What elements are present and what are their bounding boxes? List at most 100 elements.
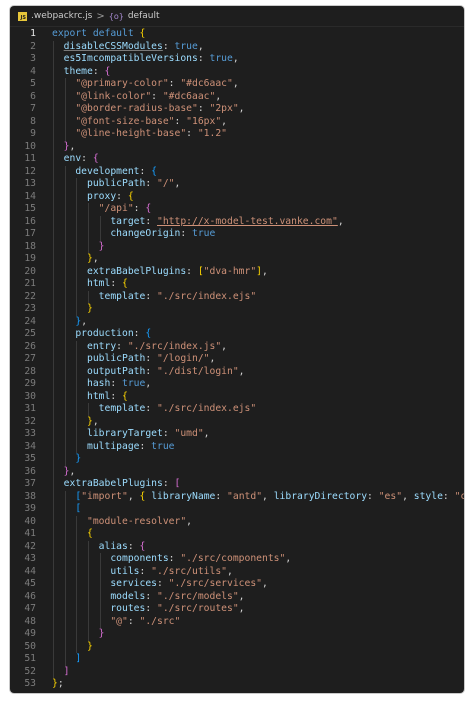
code-line[interactable]: 23 } — [10, 303, 464, 316]
code-line[interactable]: 41 { — [10, 528, 464, 541]
indent-guide — [53, 503, 54, 516]
code-line[interactable]: 15 "/api": { — [10, 203, 464, 216]
line-number: 34 — [24, 440, 36, 452]
code-token: : — [162, 428, 175, 439]
code-line[interactable]: 47 routes: "./src/routes", — [10, 603, 464, 616]
code-token: "./src/index.ejs" — [157, 403, 257, 414]
code-line[interactable]: 44 utils: "./src/utils", — [10, 565, 464, 578]
code-line[interactable]: 34 multipage: true — [10, 440, 464, 453]
code-line[interactable]: 38 ["import", { libraryName: "antd", lib… — [10, 490, 464, 503]
indent-guide — [76, 253, 78, 266]
code-token: "./src" — [139, 615, 181, 627]
code-token: } — [98, 628, 105, 639]
code-line[interactable]: 10 }, — [10, 140, 464, 153]
code-line[interactable]: 17 changeOrigin: true — [10, 228, 464, 241]
line-number: 44 — [24, 565, 36, 577]
code-line[interactable]: 20 extraBabelPlugins: ["dva-hmr"], — [10, 265, 464, 278]
code-editor[interactable]: 1 export default {2 disableCSSModules: tr… — [10, 28, 464, 691]
indent-guide — [53, 78, 54, 91]
code-line[interactable]: 29 hash: true, — [10, 378, 464, 391]
indent-guide — [64, 603, 66, 616]
code-line[interactable]: 51 ] — [10, 653, 464, 666]
code-line[interactable]: 37 extraBabelPlugins: [ — [10, 478, 464, 491]
indent-guide — [76, 278, 78, 291]
chevron-right-icon: > — [96, 10, 105, 22]
code-token: "#dc6aac" — [162, 90, 216, 102]
code-line[interactable]: 8 "@font-size-base": "16px", — [10, 115, 464, 128]
code-token: , — [337, 215, 344, 227]
code-line[interactable]: 22 template: "./src/index.ejs" — [10, 290, 464, 303]
code-line[interactable]: 24 }, — [10, 315, 464, 328]
code-line[interactable]: 31 template: "./src/index.ejs" — [10, 403, 464, 416]
code-line[interactable]: 3 es5ImcompatibleVersions: true, — [10, 53, 464, 66]
code-token: template — [98, 403, 146, 414]
code-line[interactable]: 45 services: "./src/services", — [10, 578, 464, 591]
indent-guide — [53, 665, 54, 678]
line-number: 29 — [24, 378, 36, 389]
code-line[interactable]: 18 } — [10, 240, 464, 253]
line-number: 49 — [24, 628, 36, 639]
code-token: , — [262, 490, 274, 502]
line-number: 41 — [24, 528, 36, 539]
line-number: 21 — [24, 278, 36, 289]
code-token: "./src/index.js" — [127, 340, 222, 352]
breadcrumb-file[interactable]: .webpackrc.js — [31, 11, 92, 21]
indent-guide — [53, 290, 54, 303]
code-line[interactable]: 6 "@link-color": "#dc6aac", — [10, 90, 464, 103]
code-line[interactable]: 9 "@line-height-base": "1.2" — [10, 128, 464, 141]
line-number: 39 — [24, 503, 36, 514]
code-token: "dva-hmr" — [203, 265, 257, 277]
code-line[interactable]: 40 "module-resolver", — [10, 515, 464, 528]
code-line[interactable]: 30 html: { — [10, 390, 464, 403]
code-line[interactable]: 53}; — [10, 678, 464, 691]
indent-guide — [53, 540, 54, 553]
code-token: "/login/" — [157, 353, 210, 364]
code-line[interactable]: 39 [ — [10, 503, 464, 516]
code-line[interactable]: 32 }, — [10, 415, 464, 428]
code-line[interactable]: 26 entry: "./src/index.js", — [10, 340, 464, 353]
code-line[interactable]: 12 development: { — [10, 165, 464, 178]
line-number: 16 — [24, 215, 36, 227]
code-line[interactable]: 2 disableCSSModules: true, — [10, 40, 464, 53]
code-line[interactable]: 49 } — [10, 628, 464, 641]
indent-guide — [88, 578, 90, 591]
code-line[interactable]: 48 "@": "./src" — [10, 615, 464, 628]
code-token: "1.2" — [197, 128, 228, 139]
code-token: "@line-height-base" — [75, 128, 187, 139]
code-line[interactable]: 7 "@border-radius-base": "2px", — [10, 103, 464, 116]
code-line[interactable]: 35 } — [10, 453, 464, 466]
code-line[interactable]: 11 env: { — [10, 153, 464, 166]
code-line[interactable]: 28 outputPath: "./dist/login", — [10, 365, 464, 378]
code-token: "antd" — [227, 490, 263, 502]
code-line[interactable]: 50 } — [10, 640, 464, 653]
code-line[interactable]: 21 html: { — [10, 278, 464, 291]
code-line[interactable]: 14 proxy: { — [10, 190, 464, 203]
code-line[interactable]: 1 export default { — [10, 28, 464, 41]
code-line[interactable]: 33 libraryTarget: "umd", — [10, 428, 464, 441]
code-line[interactable]: 27 publicPath: "/login/", — [10, 353, 464, 366]
code-token: outputPath — [87, 365, 146, 377]
code-line[interactable]: 16 target: "http://x-model-test.vanke.co… — [10, 215, 464, 228]
code-line[interactable]: 13 publicPath: "/", — [10, 178, 464, 191]
code-line[interactable]: 36 }, — [10, 465, 464, 478]
code-token: "./dist/login" — [157, 365, 239, 377]
code-token: : — [127, 615, 140, 627]
code-token: : — [442, 490, 455, 502]
code-token: true — [209, 53, 233, 64]
code-line[interactable]: 19 }, — [10, 253, 464, 266]
code-line[interactable]: 52 ] — [10, 665, 464, 678]
code-line[interactable]: 25 production: { — [10, 328, 464, 341]
code-token: [ — [75, 503, 82, 514]
code-line[interactable]: 43 components: "./src/components", — [10, 553, 464, 566]
code-line[interactable]: 46 models: "./src/models", — [10, 590, 464, 603]
code-line[interactable]: 4 theme: { — [10, 65, 464, 78]
breadcrumb-symbol[interactable]: default — [128, 11, 160, 21]
code-line[interactable]: 42 alias: { — [10, 540, 464, 553]
indent-guide — [64, 178, 66, 191]
code-line[interactable]: 5 "@primary-color": "#dc6aac", — [10, 78, 464, 91]
